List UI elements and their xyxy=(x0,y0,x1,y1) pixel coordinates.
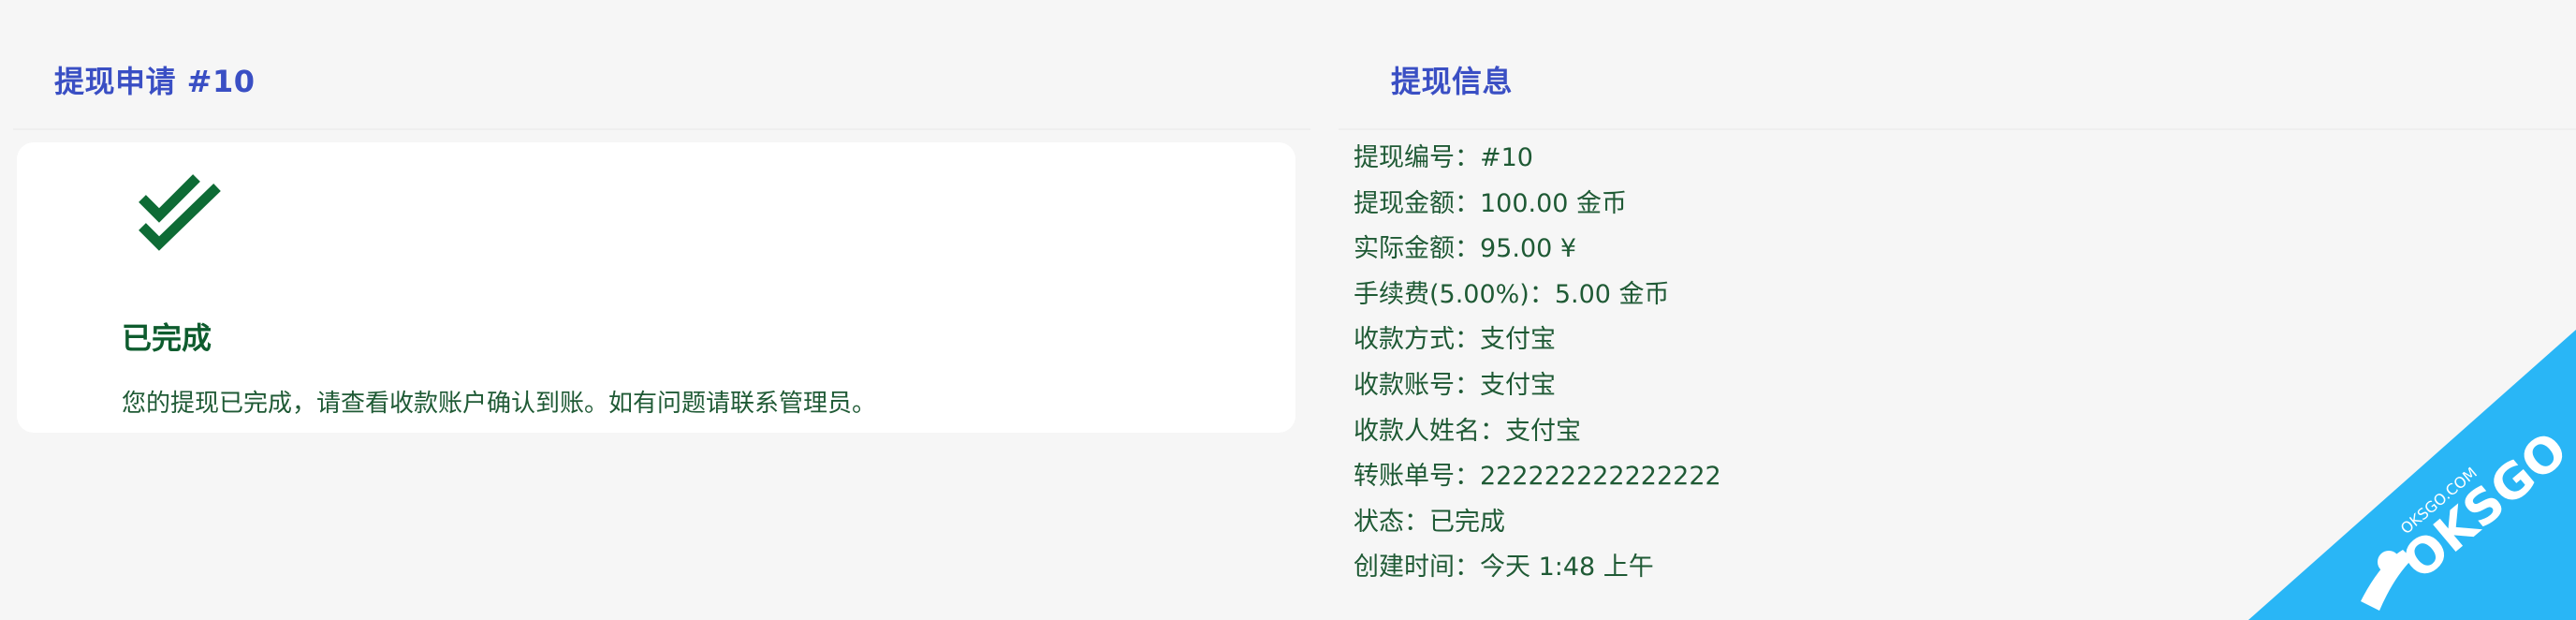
info-withdrawal-amount: 提现金额：100.00 金币 xyxy=(1354,188,1628,218)
info-transfer-number: 转账单号：222222222222222 xyxy=(1354,462,1721,492)
info-payment-method: 收款方式：支付宝 xyxy=(1354,325,1556,355)
withdrawal-page: 提现申请 #10 已完成 您的提现已完成，请查看收款账户确认到账。如有问题请联系… xyxy=(0,0,2576,620)
info-status: 状态：已完成 xyxy=(1354,507,1505,537)
info-actual-amount: 实际金额：95.00 ¥ xyxy=(1354,234,1577,264)
status-label: 已完成 xyxy=(122,320,212,356)
info-payee-name: 收款人姓名：支付宝 xyxy=(1354,416,1581,446)
info-created-time: 创建时间：今天 1:48 上午 xyxy=(1354,553,1654,583)
double-check-icon xyxy=(139,174,221,251)
info-fee: 手续费(5.00%)：5.00 金币 xyxy=(1354,279,1670,309)
withdrawal-info-list: 提现编号：#10 提现金额：100.00 金币 实际金额：95.00 ¥ 手续费… xyxy=(1354,140,1721,596)
withdrawal-request-panel: 提现申请 #10 已完成 您的提现已完成，请查看收款账户确认到账。如有问题请联系… xyxy=(0,0,1310,620)
info-withdrawal-id: 提现编号：#10 xyxy=(1354,143,1533,172)
left-divider xyxy=(13,128,1310,130)
status-card: 已完成 您的提现已完成，请查看收款账户确认到账。如有问题请联系管理员。 xyxy=(17,142,1295,433)
withdrawal-request-title: 提现申请 #10 xyxy=(54,64,256,99)
oksgo-watermark: OKSGO OKSGO.COM xyxy=(2248,330,2576,620)
right-divider xyxy=(1339,128,2576,130)
withdrawal-info-title: 提现信息 xyxy=(1391,64,1514,99)
info-payment-account: 收款账号：支付宝 xyxy=(1354,370,1556,400)
status-description: 您的提现已完成，请查看收款账户确认到账。如有问题请联系管理员。 xyxy=(122,390,877,418)
